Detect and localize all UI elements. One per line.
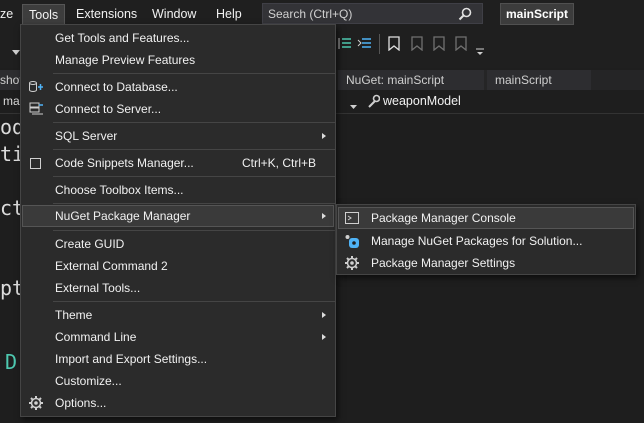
menu-help[interactable]: Help <box>210 4 248 24</box>
menu-item-label: SQL Server <box>55 129 118 143</box>
search-placeholder: Search (Ctrl+Q) <box>268 7 353 21</box>
menu-item-label: Package Manager Console <box>371 211 516 225</box>
tab-mainscript[interactable]: mainScript <box>487 70 591 90</box>
tab-nuget-mainscript[interactable]: NuGet: mainScript <box>338 70 484 90</box>
menu-item-get-tools[interactable]: Get Tools and Features... <box>22 27 334 49</box>
uncomment-lines-icon[interactable] <box>357 37 373 54</box>
dropdown-arrow-icon[interactable] <box>350 99 357 113</box>
code-fragment[interactable]: D <box>5 350 17 374</box>
menu-item-label: Options... <box>55 396 107 410</box>
menu-item-sql-server[interactable]: SQL Server <box>22 125 334 147</box>
menu-item-options[interactable]: Options... <box>22 392 334 414</box>
menu-separator <box>53 122 335 123</box>
menu-item-label: Package Manager Settings <box>371 256 516 270</box>
bookmark-icon[interactable] <box>388 36 400 54</box>
menu-extensions[interactable]: Extensions <box>70 4 143 24</box>
menu-separator <box>53 301 335 302</box>
toolbar-overflow-icon[interactable] <box>476 45 484 59</box>
menu-item-label: Import and Export Settings... <box>55 352 208 366</box>
menu-separator <box>53 176 335 177</box>
search-box[interactable]: Search (Ctrl+Q) <box>262 3 483 24</box>
submenu-arrow-icon <box>322 334 326 340</box>
wrench-icon <box>366 94 381 111</box>
nav-member-dropdown[interactable]: weaponModel <box>383 94 461 108</box>
menu-item-nuget[interactable]: NuGet Package Manager <box>22 205 334 227</box>
menu-item-manage-nuget-packages[interactable]: Manage NuGet Packages for Solution... <box>338 230 634 252</box>
menu-view-partial[interactable]: ze <box>0 4 19 24</box>
menu-item-external-command-2[interactable]: External Command 2 <box>22 255 334 277</box>
tools-menu: Get Tools and Features... Manage Preview… <box>20 24 336 417</box>
submenu-arrow-icon <box>322 133 326 139</box>
menu-separator <box>53 73 335 74</box>
menu-tools[interactable]: Tools <box>22 4 66 25</box>
tab-screenshot[interactable]: shot <box>0 70 23 90</box>
dropdown-arrow-icon[interactable] <box>12 44 20 58</box>
menu-separator <box>53 230 335 231</box>
menu-item-import-export[interactable]: Import and Export Settings... <box>22 348 334 370</box>
menu-item-label: Create GUID <box>55 237 125 251</box>
menu-separator <box>53 203 335 204</box>
comment-lines-icon[interactable] <box>338 37 352 54</box>
console-icon <box>344 210 360 226</box>
menu-item-label: Get Tools and Features... <box>55 31 190 45</box>
menu-item-create-guid[interactable]: Create GUID <box>22 233 334 255</box>
search-icon[interactable] <box>458 7 472 24</box>
nuget-icon <box>344 233 360 249</box>
toolbar-separator <box>379 34 380 54</box>
database-connect-icon <box>28 79 44 95</box>
menu-item-label: Command Line <box>55 330 137 344</box>
menu-item-package-manager-settings[interactable]: Package Manager Settings <box>338 252 634 274</box>
gear-icon <box>28 395 44 411</box>
solution-name-badge[interactable]: mainScript <box>500 3 574 25</box>
next-bookmark-icon[interactable] <box>431 36 447 54</box>
menu-item-code-snippets[interactable]: Code Snippets Manager... Ctrl+K, Ctrl+B <box>22 152 334 174</box>
menu-item-label: External Tools... <box>55 281 141 295</box>
menu-item-label: Theme <box>55 308 93 322</box>
menu-item-shortcut: Ctrl+K, Ctrl+B <box>241 156 316 170</box>
menu-item-label: External Command 2 <box>55 259 168 273</box>
gear-icon <box>344 255 360 271</box>
menu-item-label: Choose Toolbox Items... <box>55 183 184 197</box>
prev-bookmark-icon[interactable] <box>409 36 425 54</box>
menu-separator <box>53 149 335 150</box>
menu-item-theme[interactable]: Theme <box>22 304 334 326</box>
submenu-arrow-icon <box>322 213 326 219</box>
submenu-arrow-icon <box>322 312 326 318</box>
nav-type-dropdown[interactable]: ma <box>3 94 20 108</box>
snippet-icon <box>28 155 44 171</box>
menu-item-connect-database[interactable]: Connect to Database... <box>22 76 334 98</box>
menu-item-package-manager-console[interactable]: Package Manager Console <box>338 207 634 229</box>
nuget-submenu: Package Manager Console Manage NuGet Pac… <box>336 204 636 275</box>
menu-item-customize[interactable]: Customize... <box>22 370 334 392</box>
menu-item-label: Customize... <box>55 374 122 388</box>
menu-item-label: Connect to Database... <box>55 80 178 94</box>
menu-item-label: Connect to Server... <box>55 102 162 116</box>
menu-item-label: Manage NuGet Packages for Solution... <box>371 234 583 248</box>
menu-window[interactable]: Window <box>146 4 202 24</box>
menu-item-manage-preview[interactable]: Manage Preview Features <box>22 49 334 71</box>
menu-item-choose-toolbox[interactable]: Choose Toolbox Items... <box>22 179 334 201</box>
menu-item-command-line[interactable]: Command Line <box>22 326 334 348</box>
menu-item-connect-server[interactable]: Connect to Server... <box>22 98 334 120</box>
menu-item-label: Code Snippets Manager... <box>55 156 194 170</box>
menu-item-external-tools[interactable]: External Tools... <box>22 277 334 299</box>
clear-bookmarks-icon[interactable] <box>453 36 469 54</box>
server-connect-icon <box>28 101 44 117</box>
menu-item-label: NuGet Package Manager <box>55 209 191 223</box>
menu-item-label: Manage Preview Features <box>55 53 196 67</box>
